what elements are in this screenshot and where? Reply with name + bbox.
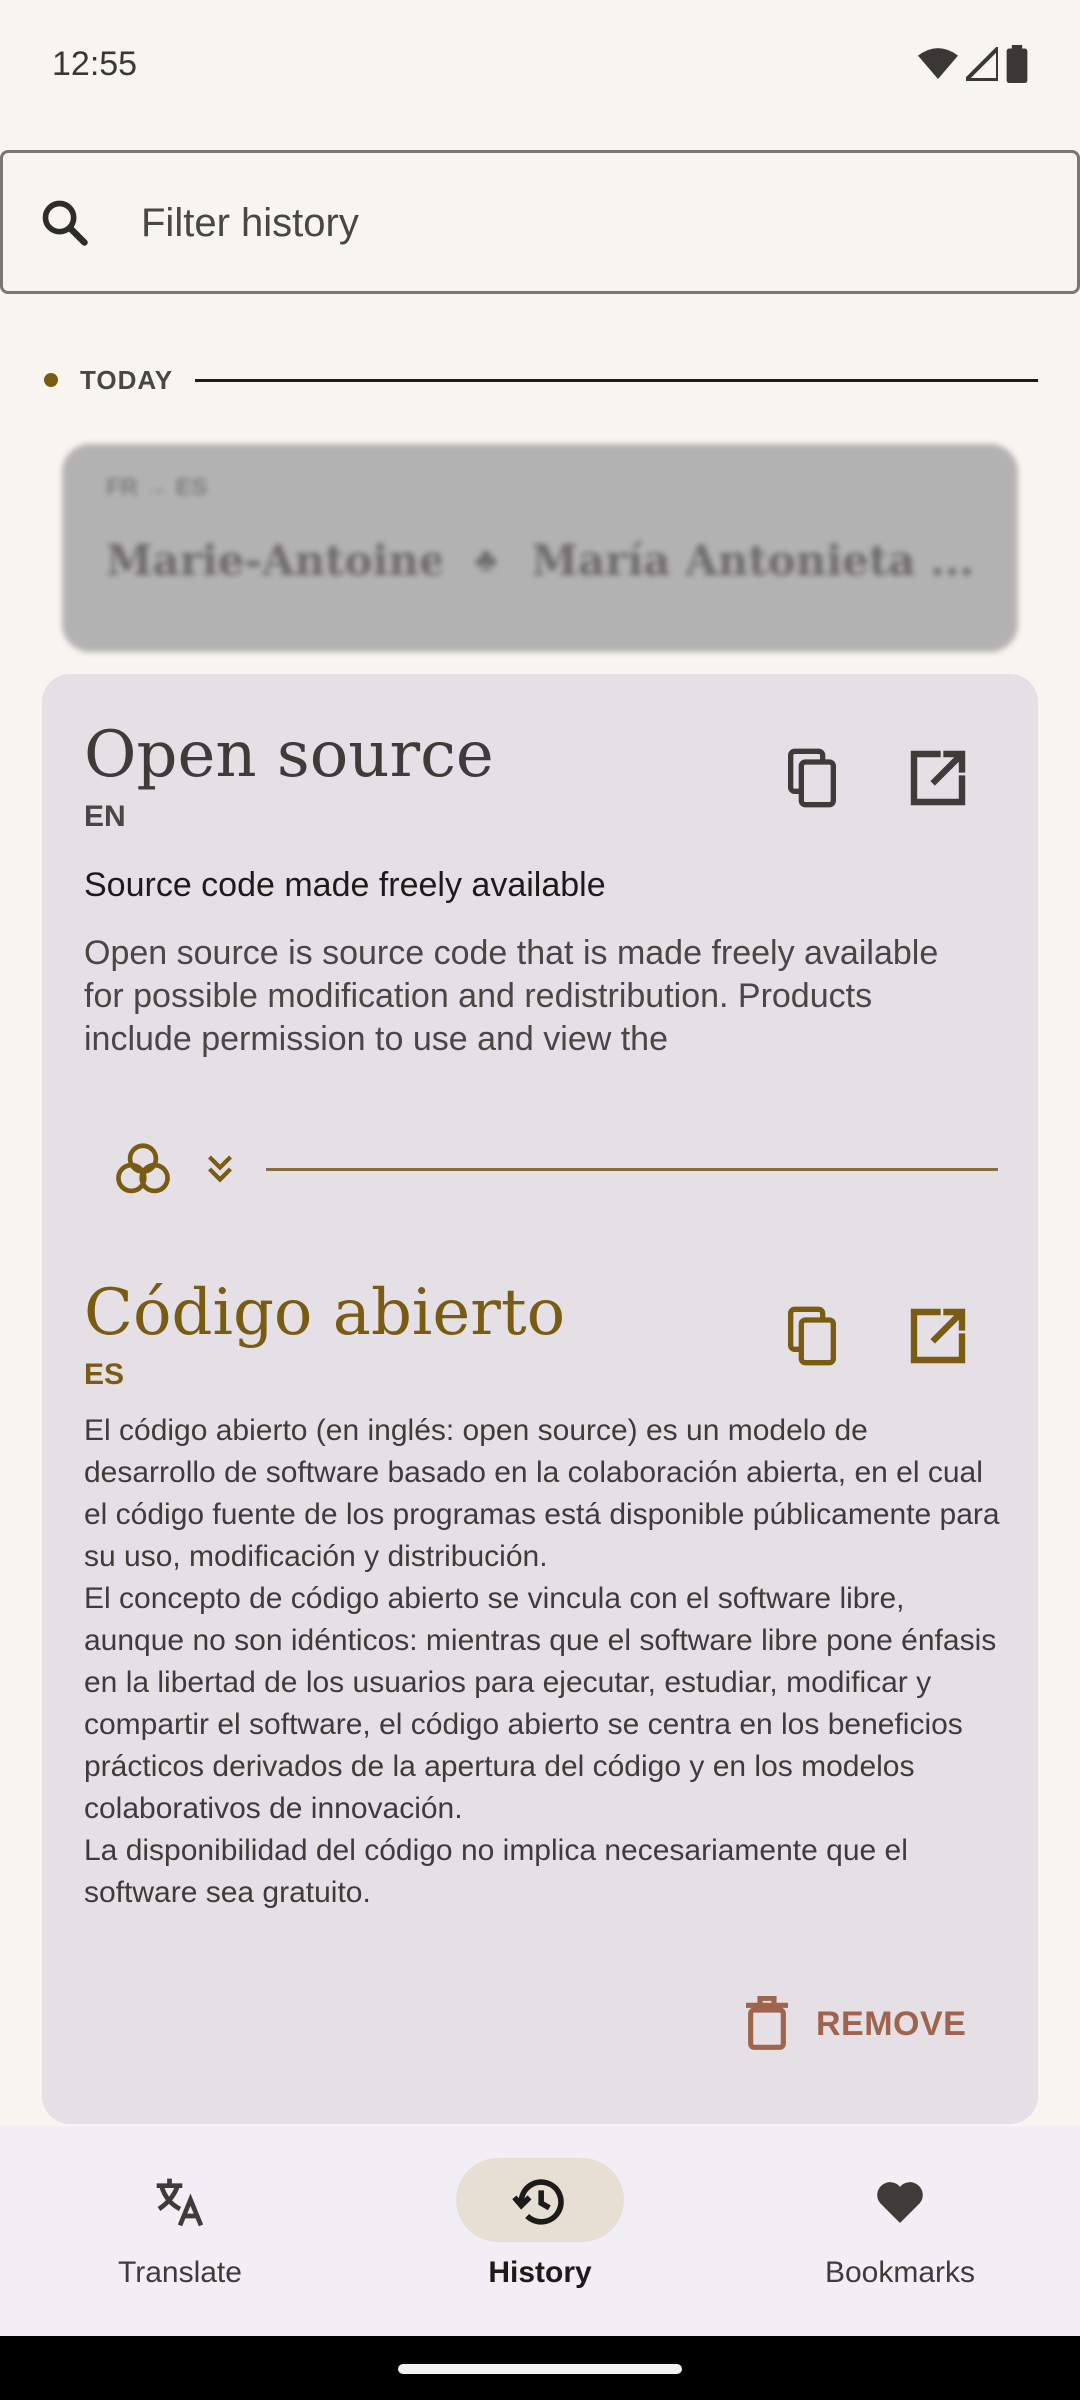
nav-bookmarks[interactable]: Bookmarks bbox=[720, 2126, 1080, 2336]
heart-icon bbox=[877, 2182, 923, 2223]
nav-label: History bbox=[488, 2256, 592, 2289]
section-header-today: TODAY bbox=[44, 362, 1038, 398]
translation-divider bbox=[112, 1134, 998, 1204]
copy-icon[interactable] bbox=[780, 746, 844, 810]
search-field[interactable]: Filter history bbox=[0, 150, 1080, 294]
translate-icon bbox=[156, 2178, 204, 2227]
search-placeholder: Filter history bbox=[141, 201, 359, 245]
history-item-target: María Antonieta ... bbox=[531, 536, 974, 585]
target-extract-paragraph: El concepto de código abierto se vincula… bbox=[84, 1582, 997, 1825]
wifi-icon bbox=[918, 48, 958, 79]
gesture-handle[interactable] bbox=[398, 2364, 682, 2374]
history-item-source: Marie-Antoinett... bbox=[106, 536, 441, 585]
signal-icon bbox=[966, 47, 998, 81]
status-bar: 12:55 bbox=[0, 0, 1080, 128]
nav-label: Bookmarks bbox=[824, 2256, 976, 2289]
source-extract: Open source is source code that is made … bbox=[84, 934, 939, 1058]
wikipedia-translate-icon bbox=[116, 1143, 170, 1194]
open-external-icon[interactable] bbox=[906, 746, 970, 810]
history-icon bbox=[512, 2179, 564, 2225]
section-dot bbox=[44, 373, 58, 387]
history-item-collapsed[interactable]: FR → ES Marie-Antoinett... ♣ María Anton… bbox=[62, 444, 1018, 652]
nav-history[interactable]: History bbox=[360, 2126, 720, 2336]
remove-button[interactable]: REMOVE bbox=[742, 1984, 966, 2064]
section-label: TODAY bbox=[80, 364, 174, 395]
nav-label: Translate bbox=[118, 2256, 242, 2289]
divider-line bbox=[266, 1167, 998, 1171]
remove-label: REMOVE bbox=[816, 2004, 967, 2043]
section-divider bbox=[195, 378, 1038, 382]
link-icon: ♣ bbox=[474, 541, 498, 579]
target-extract-paragraph: La disponibilidad del código no implica … bbox=[84, 1834, 908, 1909]
search-icon bbox=[42, 200, 88, 246]
target-lang: ES bbox=[84, 1358, 125, 1391]
nav-translate[interactable]: Translate bbox=[0, 2126, 360, 2336]
history-item-langs: FR → ES bbox=[106, 474, 208, 501]
status-icons bbox=[918, 45, 1028, 83]
source-lang: EN bbox=[84, 800, 126, 833]
target-title: Código abierto bbox=[84, 1276, 566, 1350]
target-extract-paragraph: El código abierto (en inglés: open sourc… bbox=[84, 1414, 1000, 1573]
battery-icon bbox=[1006, 45, 1028, 83]
expand-more-icon[interactable] bbox=[202, 1149, 238, 1189]
status-time: 12:55 bbox=[52, 44, 138, 83]
gesture-bar bbox=[0, 2336, 1080, 2400]
target-extract: El código abierto (en inglés: open sourc… bbox=[84, 1410, 1004, 1914]
source-title: Open source bbox=[84, 718, 494, 792]
open-external-icon[interactable] bbox=[906, 1304, 970, 1368]
source-description: Source code made freely available bbox=[84, 866, 606, 904]
copy-icon[interactable] bbox=[780, 1304, 844, 1368]
history-item-expanded: Open source EN Source code made freely a… bbox=[42, 674, 1038, 2124]
trash-icon bbox=[746, 1996, 788, 2050]
bottom-nav: Translate History Bookmarks bbox=[0, 2126, 1080, 2336]
